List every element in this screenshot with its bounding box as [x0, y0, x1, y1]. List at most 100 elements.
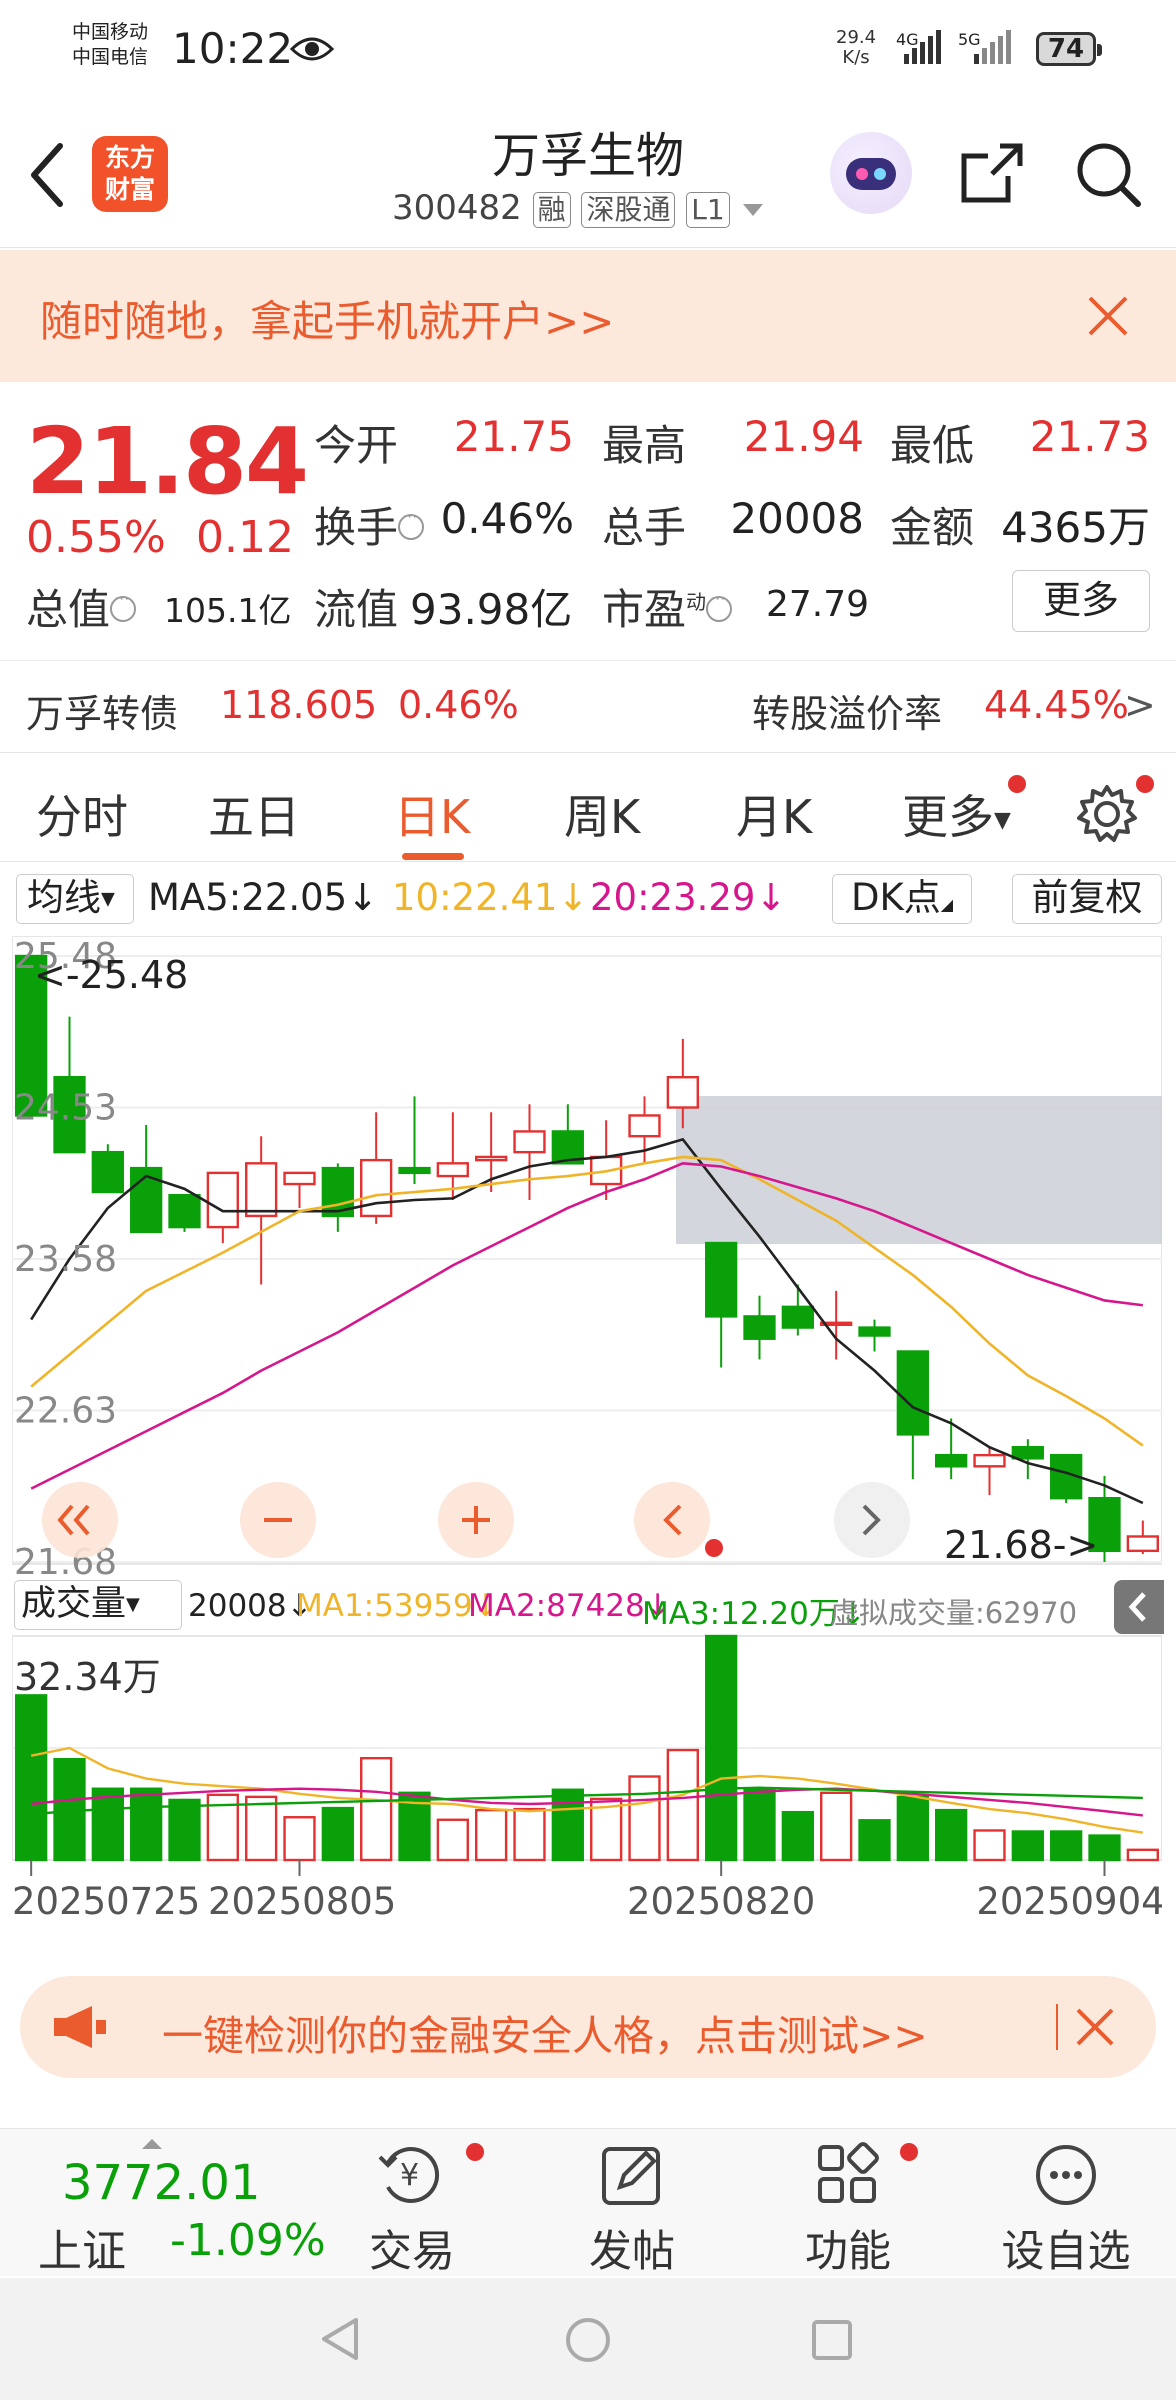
volume-bar — [705, 1634, 738, 1862]
carrier-1: 中国移动 — [72, 21, 149, 43]
ma10-value: 10:22.41↓ — [392, 876, 589, 919]
volume-selector[interactable]: 成交量▼ — [14, 1580, 182, 1630]
pe-sup: 动 — [686, 590, 707, 614]
prev-button[interactable] — [634, 1482, 710, 1558]
premium-value: 44.45% — [984, 683, 1129, 727]
volume-bar — [896, 1795, 929, 1862]
volume-bar — [321, 1806, 354, 1862]
settings-notification-dot — [1136, 775, 1154, 793]
nav-recent-icon[interactable] — [810, 2318, 854, 2362]
volume-bar — [820, 1791, 853, 1862]
candle-body — [743, 1315, 776, 1340]
nav-home-icon[interactable] — [564, 2316, 612, 2364]
ma-selector[interactable]: 均线▼ — [16, 874, 134, 924]
security-test-text[interactable]: 一键检测你的金融安全人格，点击测试>> — [162, 2002, 928, 2062]
next-button[interactable] — [834, 1482, 910, 1558]
float-value: 93.98亿 — [410, 585, 573, 634]
volume-bar — [283, 1816, 316, 1862]
bottom-navigation: 3772.01 上证 -1.09% ¥ 交易 发帖 功能 设自选 — [0, 2128, 1176, 2277]
info-icon[interactable] — [110, 589, 137, 622]
chart-controls — [42, 1482, 910, 1558]
volume-bar — [130, 1787, 163, 1862]
tab-weekly-k[interactable]: 周K — [564, 781, 640, 847]
signal-4g-icon: 4G — [896, 30, 946, 70]
candle-body — [436, 1162, 469, 1178]
stock-header: 东方 财富 万孚生物 300482 融 深股通 L1 — [0, 100, 1176, 248]
mcap-value: 105.1亿 — [164, 591, 292, 630]
open-value: 21.75 — [453, 412, 574, 461]
candle-body — [781, 1305, 814, 1329]
bond-price: 118.605 — [220, 683, 378, 727]
dropdown-triangle-icon[interactable] — [741, 202, 765, 218]
y-tick-label: 23.58 — [14, 1239, 117, 1280]
eye-icon — [290, 37, 334, 61]
settings-gear-icon[interactable] — [1076, 783, 1138, 845]
ad-divider — [1056, 2004, 1058, 2050]
edit-post-icon — [602, 2147, 660, 2205]
kline-chart[interactable]: 25.4824.5323.5822.6321.68 <-25.48 21.68-… — [12, 936, 1162, 2088]
nav-add-watchlist[interactable]: 设自选 — [976, 2129, 1156, 2277]
more-button[interactable]: 更多 — [1012, 570, 1150, 632]
share-icon[interactable] — [956, 138, 1028, 210]
close-icon[interactable] — [1086, 294, 1130, 338]
ma20-value: 20:23.29↓ — [590, 876, 787, 919]
volume-bar — [1126, 1848, 1159, 1862]
megaphone-icon — [54, 2006, 106, 2048]
info-icon[interactable] — [706, 589, 733, 622]
net-speed-unit: K/s — [842, 47, 870, 68]
ma-selector-label: 均线 — [27, 876, 101, 919]
volume-bar — [858, 1819, 891, 1862]
tab-monthly-k[interactable]: 月K — [736, 781, 812, 847]
info-icon[interactable] — [398, 507, 425, 540]
nav-post[interactable]: 发帖 — [542, 2129, 722, 2277]
nav-watch-label: 设自选 — [1001, 2227, 1131, 2277]
adjust-button[interactable]: 前复权 — [1012, 874, 1162, 924]
volume-bar — [781, 1810, 814, 1862]
volume-bar — [973, 1829, 1006, 1862]
controls-dot — [705, 1539, 723, 1557]
candle-body — [513, 1130, 546, 1154]
candle-body — [705, 1241, 738, 1318]
tab-more[interactable]: 更多▼ — [902, 781, 1011, 847]
tag-margin: 融 — [532, 191, 571, 228]
security-test-banner[interactable]: 一键检测你的金融安全人格，点击测试>> — [20, 1976, 1156, 2078]
quote-panel: 21.84 0.55% 0.12 今开 21.75 最高 21.94 最低 21… — [0, 384, 1176, 750]
volume-bar — [935, 1808, 968, 1862]
stock-code-line[interactable]: 300482 融 深股通 L1 — [392, 188, 765, 228]
tag-connect: 深股通 — [581, 191, 676, 228]
index-change: -1.09% — [170, 2215, 326, 2266]
functions-notification-dot — [900, 2143, 918, 2161]
turnover-label-text: 换手 — [314, 503, 399, 552]
volume-bar — [743, 1788, 776, 1862]
current-price: 21.84 — [26, 408, 309, 515]
nav-back-icon[interactable] — [318, 2316, 364, 2362]
open-account-banner[interactable]: 随时随地，拿起手机就开户>> — [0, 250, 1176, 382]
tab-daily-k[interactable]: 日K — [394, 781, 470, 847]
open-label: 今开 — [314, 421, 399, 470]
change-amount: 0.12 — [196, 512, 294, 563]
assistant-robot-icon[interactable] — [830, 132, 912, 214]
index-ticker[interactable]: 3772.01 上证 -1.09% — [24, 2129, 326, 2277]
volume-label: 总手 — [602, 503, 687, 552]
candle-body — [1126, 1535, 1159, 1553]
net1-label: 4G — [896, 30, 919, 49]
volume-now: 20008↓ — [188, 1588, 313, 1624]
banner-text[interactable]: 随时随地，拿起手机就开户>> — [40, 288, 614, 349]
index-value: 3772.01 — [62, 2155, 261, 2211]
tab-intraday[interactable]: 分时 — [36, 781, 128, 847]
candle-body — [398, 1166, 431, 1175]
ma5-value: MA5:22.05↓ — [148, 876, 379, 919]
close-icon[interactable] — [1074, 2006, 1116, 2048]
candle-body — [283, 1171, 316, 1186]
turnover-label: 换手 — [314, 494, 425, 555]
volume-bar — [551, 1788, 584, 1862]
dk-point-button[interactable]: DK点◢ — [832, 874, 972, 924]
convertible-bond-row[interactable]: 万孚转债 118.605 0.46% 转股溢价率 44.45% > — [0, 660, 1176, 750]
collapse-panel-button[interactable] — [1114, 1580, 1164, 1634]
notification-dot — [1008, 775, 1026, 793]
tab-five-day[interactable]: 五日 — [208, 781, 300, 847]
chevron-right-icon[interactable]: > — [1124, 683, 1156, 727]
min-price-label: 21.68-> — [944, 1523, 1098, 1567]
scroll-left-button[interactable] — [42, 1482, 118, 1558]
search-icon[interactable] — [1072, 138, 1144, 210]
